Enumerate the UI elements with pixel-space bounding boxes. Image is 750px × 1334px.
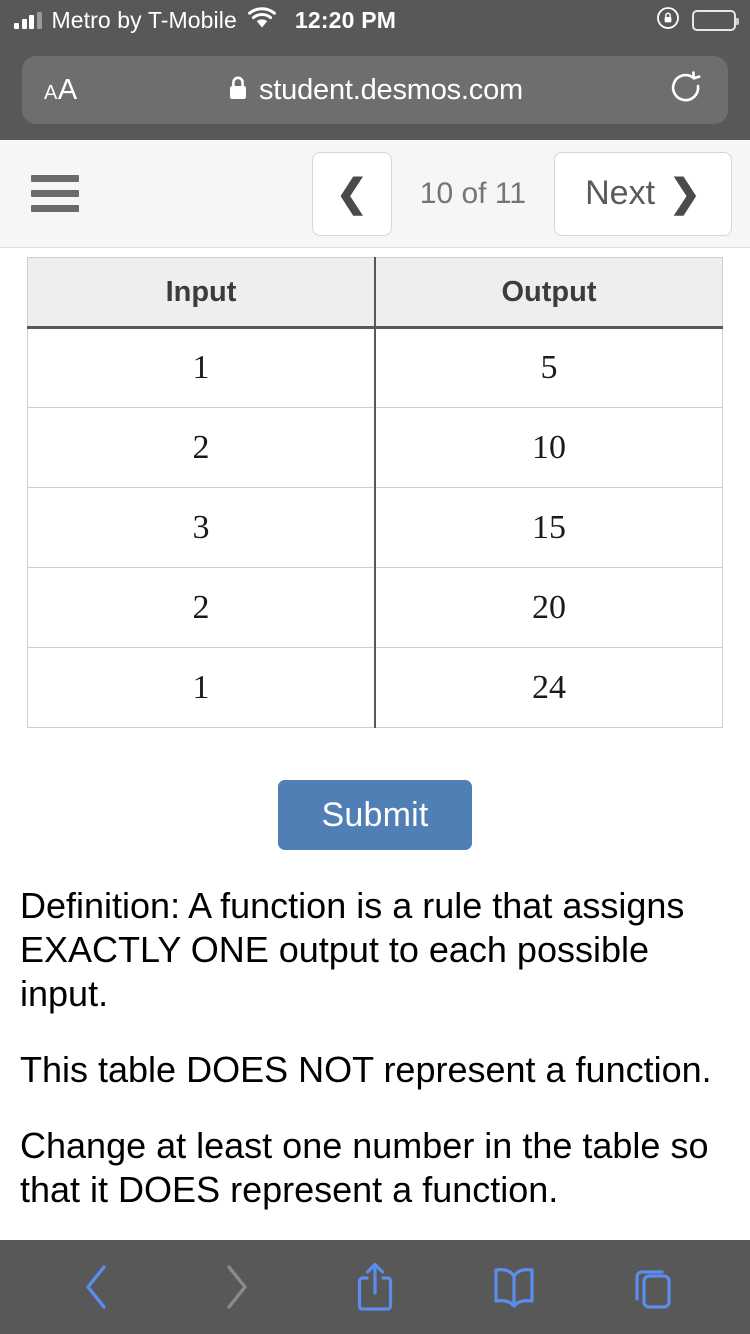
page-counter: 10 of 11	[419, 176, 526, 210]
safari-browser-window: Metro by T-Mobile 12:20 PM A A student.d…	[0, 0, 750, 1334]
table-row[interactable]: 2 20	[27, 567, 723, 648]
signal-bars-icon	[14, 11, 42, 29]
chevron-left-icon	[86, 1265, 107, 1309]
activity-screen-content: Input Output 1 5 2 10 3 15 2 20 1 24 Sub…	[0, 249, 750, 1240]
chevron-left-icon: ❮	[335, 172, 368, 215]
battery-icon	[692, 9, 739, 31]
table-cell-output[interactable]: 24	[374, 647, 723, 728]
share-button[interactable]	[320, 1240, 430, 1334]
previous-screen-button[interactable]: ❮	[311, 151, 392, 236]
browser-back-button[interactable]	[42, 1240, 152, 1334]
wifi-icon	[247, 6, 277, 34]
instruction-text: Definition: A function is a rule that as…	[20, 884, 730, 1211]
tabs-icon	[634, 1270, 671, 1309]
table-cell-input[interactable]: 1	[27, 647, 376, 728]
next-button-label: Next	[585, 174, 656, 212]
table-cell-output[interactable]: 5	[374, 327, 723, 408]
table-cell-output[interactable]: 20	[374, 567, 723, 648]
url-bar[interactable]: AA student.desmos.com	[22, 56, 728, 124]
statement-paragraph: This table DOES NOT represent a function…	[20, 1048, 712, 1090]
text-size-large-a: A	[57, 73, 78, 106]
rotation-lock-icon	[656, 6, 680, 35]
reload-icon[interactable]	[668, 70, 706, 110]
table-row[interactable]: 1 24	[27, 647, 723, 728]
browser-forward-button[interactable]	[181, 1240, 291, 1334]
url-text: student.desmos.com	[259, 73, 523, 106]
table-row[interactable]: 3 15	[27, 487, 723, 568]
table-row[interactable]: 2 10	[27, 407, 723, 488]
lock-icon	[227, 75, 249, 106]
book-icon	[494, 1268, 534, 1308]
table-header-row: Input Output	[27, 257, 723, 329]
url-display: student.desmos.com	[22, 74, 728, 107]
table-cell-output[interactable]: 15	[374, 487, 723, 568]
status-time: 12:20 PM	[294, 6, 397, 33]
submit-button-container: Submit	[0, 780, 750, 850]
table-cell-output[interactable]: 10	[374, 407, 723, 488]
table-cell-input[interactable]: 1	[27, 327, 376, 408]
carrier-label: Metro by T-Mobile	[51, 6, 237, 33]
activity-navigation-bar: ❮ 10 of 11 Next ❯	[0, 140, 750, 248]
next-screen-button[interactable]: Next ❯	[554, 151, 732, 236]
definition-paragraph: Definition: A function is a rule that as…	[20, 885, 685, 1014]
table-cell-input[interactable]: 2	[27, 567, 376, 648]
tabs-button[interactable]	[598, 1240, 708, 1334]
share-icon	[357, 1262, 393, 1311]
table-header-input: Input	[27, 257, 376, 329]
input-output-table: Input Output 1 5 2 10 3 15 2 20 1 24	[27, 257, 723, 728]
status-bar-left: Metro by T-Mobile 12:20 PM	[14, 7, 396, 34]
table-cell-input[interactable]: 2	[27, 407, 376, 488]
bookmarks-button[interactable]	[459, 1240, 569, 1334]
safari-bottom-toolbar	[0, 1240, 750, 1334]
hamburger-menu-icon[interactable]	[31, 175, 79, 212]
text-size-small-a: A	[44, 81, 58, 104]
activity-nav-controls: ❮ 10 of 11 Next ❯	[311, 151, 750, 236]
table-header-output: Output	[374, 257, 723, 329]
chevron-right-icon	[227, 1265, 247, 1309]
status-bar-right	[656, 6, 739, 35]
table-row[interactable]: 1 5	[27, 327, 723, 408]
chevron-right-icon: ❯	[669, 172, 701, 215]
task-paragraph: Change at least one number in the table …	[20, 1124, 709, 1210]
table-cell-input[interactable]: 3	[27, 487, 376, 568]
submit-button[interactable]: Submit	[278, 780, 472, 850]
text-size-button[interactable]: AA	[44, 74, 78, 107]
ios-status-bar: Metro by T-Mobile 12:20 PM	[0, 0, 750, 40]
safari-address-bar-container: AA student.desmos.com	[0, 40, 750, 140]
